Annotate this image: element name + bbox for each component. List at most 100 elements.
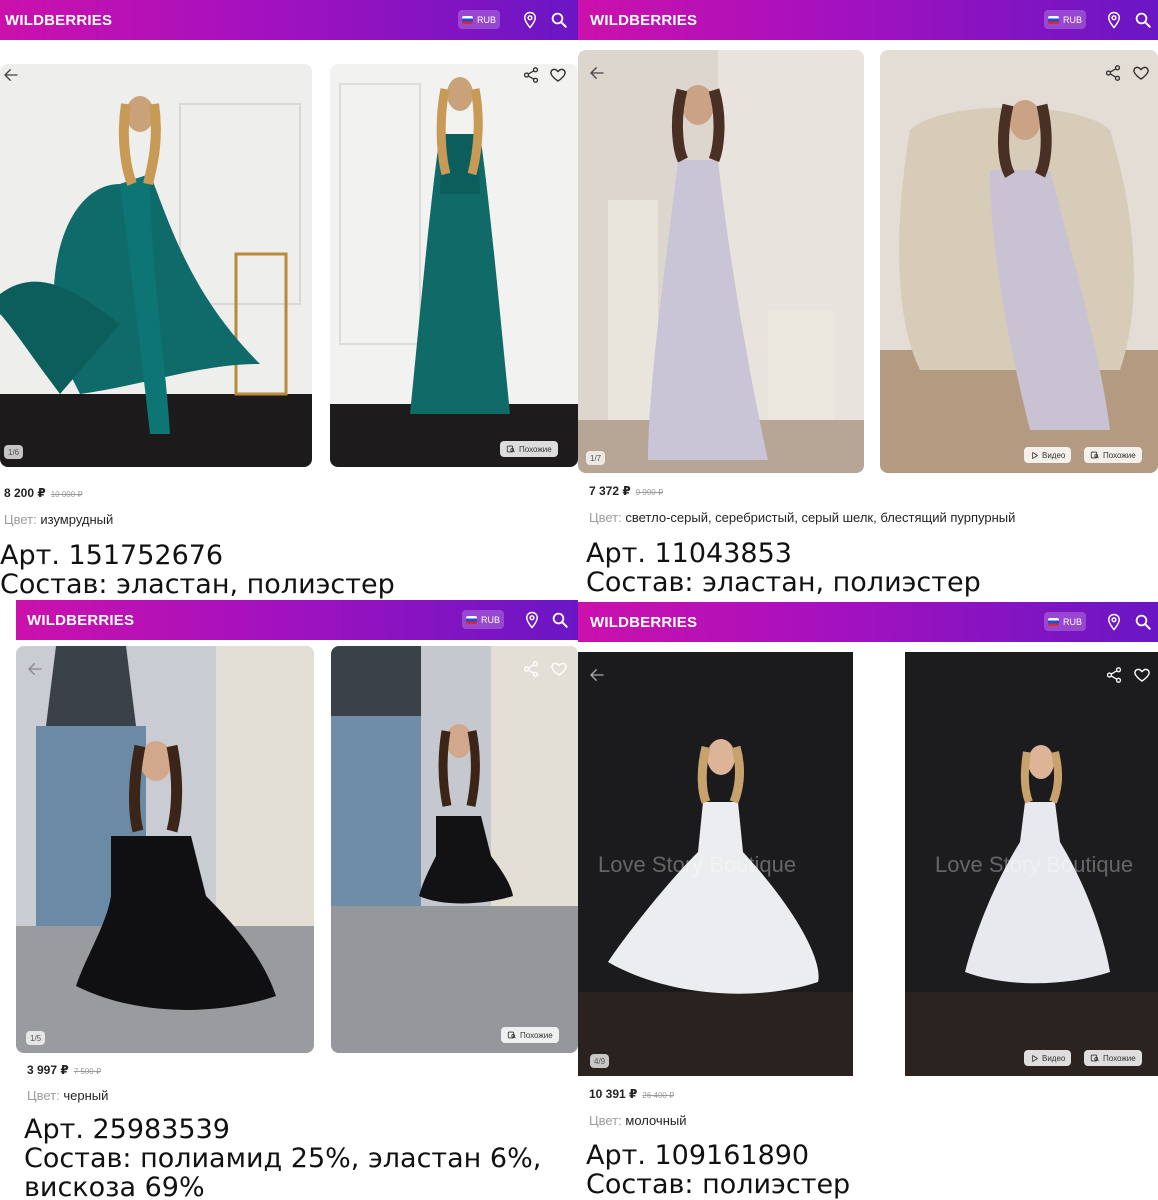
price: 10 391 ₽ 26 400 ₽ [589, 1087, 674, 1101]
russia-flag-icon [1047, 617, 1059, 626]
color-value: черный [63, 1088, 109, 1103]
product-photo-second[interactable]: Видео Похожие [880, 50, 1158, 473]
article-caption: Арт. 151752676 [0, 540, 224, 571]
composition-caption: Состав: эластан, полиэстер [586, 567, 981, 598]
back-arrow-icon[interactable] [26, 660, 44, 678]
color-label: Цвет: [589, 1113, 622, 1128]
article-caption: Арт. 25983539 [24, 1114, 230, 1145]
product-card-black: WILDBERRIES RUB 1/5 Похожие 3 997 ₽ 7 50… [0, 600, 578, 1200]
share-icon[interactable] [522, 66, 540, 84]
similar-icon [1090, 450, 1100, 460]
color-label: Цвет: [589, 510, 622, 525]
old-price: 10 000 ₽ [50, 490, 83, 499]
russia-flag-icon [465, 615, 477, 624]
product-card-white: WILDBERRIES RUB 4/9 Love Story Boutique … [578, 600, 1158, 1200]
share-icon[interactable] [1105, 666, 1123, 684]
color-info: Цвет: светло-серый, серебристый, серый ш… [589, 510, 1015, 525]
currency-label: RUB [1062, 14, 1082, 25]
color-label: Цвет: [27, 1088, 60, 1103]
russia-flag-icon [1047, 15, 1059, 24]
location-pin-icon[interactable] [1105, 613, 1123, 631]
currency-label: RUB [1062, 616, 1082, 627]
product-photo-main[interactable]: 4/9 Love Story Boutique [578, 652, 853, 1076]
old-price: 9 990 ₽ [635, 488, 664, 497]
color-value: молочный [625, 1113, 687, 1128]
app-header: WILDBERRIES RUB [16, 600, 578, 640]
color-info: Цвет: молочный [589, 1113, 687, 1128]
photo-counter: 1/5 [26, 1031, 46, 1045]
location-pin-icon[interactable] [1105, 11, 1123, 29]
current-price: 3 997 ₽ [27, 1063, 69, 1077]
photo-counter: 1/7 [586, 451, 606, 465]
color-info: Цвет: черный [27, 1088, 108, 1103]
product-photo-main[interactable]: 1/6 [0, 64, 312, 467]
brand-logo[interactable]: WILDBERRIES [578, 614, 697, 631]
product-card-silver: WILDBERRIES RUB 1/7 Видео Похожие 7 372 … [578, 0, 1158, 600]
app-header: WILDBERRIES RUB [578, 602, 1158, 642]
price: 3 997 ₽ 7 500 ₽ [27, 1063, 101, 1077]
currency-switch[interactable]: RUB [462, 610, 504, 629]
article-caption: Арт. 11043853 [586, 538, 792, 569]
back-arrow-icon[interactable] [588, 64, 606, 82]
old-price: 26 400 ₽ [642, 1091, 675, 1100]
app-header: WILDBERRIES RUB [578, 0, 1158, 40]
color-label: Цвет: [4, 512, 37, 527]
watermark: Love Story Boutique [598, 852, 797, 877]
currency-switch[interactable]: RUB [1044, 612, 1086, 631]
photo-counter: 1/6 [4, 445, 24, 459]
current-price: 10 391 ₽ [589, 1087, 638, 1101]
similar-icon [506, 444, 516, 454]
product-photo-main[interactable]: 1/7 [578, 50, 864, 473]
similar-icon [1090, 1053, 1100, 1063]
location-pin-icon[interactable] [521, 11, 539, 29]
brand-logo[interactable]: WILDBERRIES [16, 612, 134, 629]
favorite-heart-icon[interactable] [1132, 64, 1150, 82]
color-value: светло-серый, серебристый, серый шелк, б… [625, 510, 1016, 525]
play-icon [1030, 1054, 1039, 1063]
currency-label: RUB [476, 14, 496, 25]
color-value: изумрудный [40, 512, 114, 527]
product-photo-second[interactable]: Похожие [330, 64, 578, 467]
similar-button[interactable]: Похожие [1084, 1050, 1142, 1066]
similar-button[interactable]: Похожие [1084, 447, 1142, 463]
location-pin-icon[interactable] [523, 611, 541, 629]
price: 7 372 ₽ 9 990 ₽ [589, 484, 663, 498]
composition-caption: Состав: полиэстер [586, 1169, 851, 1200]
favorite-heart-icon[interactable] [549, 66, 567, 84]
photo-counter: 4/9 [590, 1054, 610, 1068]
brand-logo[interactable]: WILDBERRIES [578, 12, 697, 29]
similar-button[interactable]: Похожие [500, 441, 558, 457]
video-button[interactable]: Видео [1024, 447, 1072, 463]
product-card-emerald: WILDBERRIES RUB 1/6 Похожие 8 200 ₽ 10 0… [0, 0, 578, 600]
favorite-heart-icon[interactable] [550, 660, 568, 678]
composition-caption: Состав: эластан, полиэстер [0, 569, 395, 600]
currency-switch[interactable]: RUB [458, 10, 500, 29]
favorite-heart-icon[interactable] [1133, 666, 1151, 684]
composition-caption-line1: Состав: полиамид 25%, эластан 6%, [24, 1143, 542, 1174]
price: 8 200 ₽ 10 000 ₽ [4, 486, 83, 500]
russia-flag-icon [461, 15, 473, 24]
product-photo-second[interactable]: Похожие [331, 646, 578, 1053]
product-photo-main[interactable]: 1/5 [16, 646, 314, 1053]
search-icon[interactable] [550, 11, 568, 29]
color-info: Цвет: изумрудный [4, 512, 113, 527]
watermark: Love Story Boutique [935, 852, 1134, 877]
search-icon[interactable] [551, 611, 569, 629]
search-icon[interactable] [1134, 613, 1152, 631]
play-icon [1030, 451, 1039, 460]
composition-caption-line2: вискоза 69% [24, 1172, 205, 1200]
back-arrow-icon[interactable] [588, 666, 606, 684]
similar-icon [507, 1030, 517, 1040]
brand-logo[interactable]: WILDBERRIES [0, 12, 112, 29]
back-arrow-icon[interactable] [2, 66, 20, 84]
current-price: 8 200 ₽ [4, 486, 46, 500]
search-icon[interactable] [1134, 11, 1152, 29]
old-price: 7 500 ₽ [73, 1067, 102, 1076]
product-photo-second[interactable]: Love Story Boutique Видео Похожие [905, 652, 1158, 1076]
video-button[interactable]: Видео [1024, 1050, 1072, 1066]
similar-button[interactable]: Похожие [501, 1027, 559, 1043]
share-icon[interactable] [522, 660, 540, 678]
article-caption: Арт. 109161890 [586, 1140, 810, 1171]
currency-switch[interactable]: RUB [1044, 10, 1086, 29]
share-icon[interactable] [1104, 64, 1122, 82]
